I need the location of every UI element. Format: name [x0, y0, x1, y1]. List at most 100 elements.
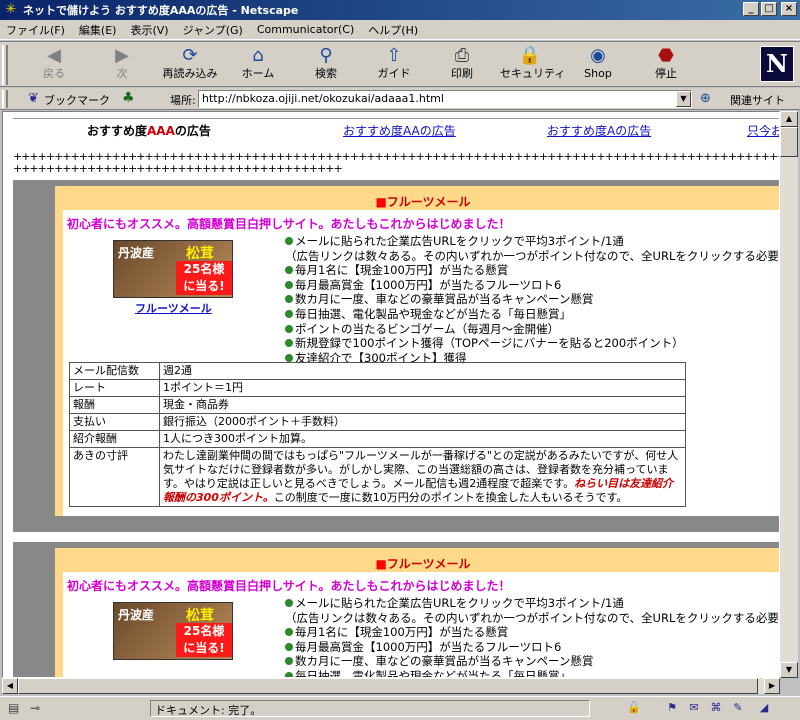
- related-sites-icon[interactable]: ⊕: [700, 91, 711, 106]
- reload-icon: ⟳: [182, 45, 198, 66]
- table-row: 報酬 現金・商品券: [69, 396, 686, 414]
- list-item: ポイントの当たるビンゴゲーム（毎週月〜金開催）: [285, 322, 779, 337]
- home-button[interactable]: ⌂ ホーム: [228, 45, 288, 85]
- location-grip[interactable]: [2, 90, 8, 108]
- scroll-right-button[interactable]: ▶: [764, 678, 780, 694]
- guide-button[interactable]: ⇧ ガイド: [364, 45, 424, 85]
- bullet-icon: [285, 353, 293, 362]
- ad-card: ■フルーツメール 初心者にもオススメ。高額懸賞目白押しサイト。あたしもこれからは…: [55, 548, 780, 677]
- stop-button[interactable]: ⬣ 停止: [636, 45, 696, 85]
- security-status-icon[interactable]: 🔓: [626, 701, 642, 715]
- review-comment: わたし達副業仲間の間ではもっぱら"フルーツメールが一番稼げる"との定説があるみた…: [159, 447, 686, 507]
- home-icon: ⌂: [252, 45, 264, 66]
- banner-link[interactable]: フルーツメール: [135, 300, 212, 316]
- menu-help[interactable]: ヘルプ(H): [368, 22, 418, 38]
- reload-button[interactable]: ⟳ 再読み込み: [160, 45, 220, 85]
- list-item: 毎月最高賞金【1000万円】が当たるフルーツロト6: [285, 278, 779, 293]
- guide-icon: ⇧: [386, 45, 402, 66]
- minimize-button[interactable]: _: [743, 2, 759, 16]
- list-item: 毎月1名に【現金100万円】が当たる懸賞: [285, 625, 779, 640]
- scroll-down-button[interactable]: ▼: [780, 662, 798, 678]
- bullet-icon: [285, 237, 293, 245]
- menu-view[interactable]: 表示(V): [130, 22, 168, 38]
- ad-card: ■フルーツメール 初心者にもオススメ。高額懸賞目白押しサイト。あたしもこれからは…: [55, 186, 780, 516]
- bullet-icon: [285, 339, 293, 348]
- component-newsgroups-icon[interactable]: ⌘: [708, 701, 724, 715]
- bullet-icon: [285, 280, 293, 289]
- separator-line: ++++++++++++++++++++++++++++++++++++++++…: [13, 164, 343, 174]
- list-item: 毎日抽選、電化製品や現金などが当たる「毎日懸賞」: [285, 669, 779, 677]
- back-button[interactable]: ◀ 戻る: [24, 45, 84, 85]
- page-content: おすすめ度AAAの広告 おすすめ度AAの広告 おすすめ度Aの広告 只今お試 ++…: [2, 111, 780, 678]
- horizontal-scrollbar[interactable]: ◀ ▶: [2, 678, 780, 694]
- nav-link-trial[interactable]: 只今お試: [747, 122, 779, 139]
- stop-icon: ⬣: [658, 45, 674, 66]
- shop-button[interactable]: ◉ Shop: [568, 45, 628, 85]
- menu-communicator[interactable]: Communicator(C): [257, 23, 354, 36]
- location-label: 場所:: [170, 94, 196, 107]
- table-row: あきの寸評 わたし達副業仲間の間ではもっぱら"フルーツメールが一番稼げる"との定…: [69, 447, 686, 507]
- bullet-icon: [285, 657, 293, 666]
- nav-link-aa[interactable]: おすすめ度AAの広告: [343, 122, 456, 139]
- ad-banner-image[interactable]: 丹波産 松茸 25名様 に当る!: [113, 240, 233, 298]
- list-item: 毎月最高賞金【1000万円】が当たるフルーツロト6: [285, 640, 779, 655]
- netscape-app-icon: ✳: [5, 2, 17, 17]
- list-item: 数カ月に一度、車などの豪華賞品が当るキャンペーン懸賞: [285, 292, 779, 307]
- card-title: ■フルーツメール: [63, 194, 779, 210]
- close-button[interactable]: ×: [781, 2, 797, 16]
- shop-icon: ◉: [590, 45, 606, 66]
- status-bar: ▤ ⊸ ドキュメント: 完了。 🔓 ⚑ ✉ ⌘ ✎ ◢: [0, 696, 800, 720]
- url-input[interactable]: http://nbkoza.ojiji.net/okozukai/adaaa1.…: [198, 90, 692, 108]
- netscape-logo-icon[interactable]: N: [760, 46, 794, 82]
- card-title: ■フルーツメール: [63, 556, 779, 572]
- print-icon: ⎙: [454, 45, 470, 66]
- list-item: 新規登録で100ポイント獲得（TOPページにバナーを貼ると200ポイント）: [285, 336, 779, 351]
- component-composer-icon[interactable]: ✎: [730, 701, 746, 715]
- search-icon: ⚲: [319, 45, 333, 66]
- bullet-icon: [285, 266, 293, 275]
- ad-banner-image[interactable]: 丹波産 松茸 25名様 に当る!: [113, 602, 233, 660]
- component-mail-icon[interactable]: ✉: [686, 701, 702, 715]
- search-button[interactable]: ⚲ 検索: [296, 45, 356, 85]
- feature-list: メールに貼られた企業広告URLをクリックで平均3ポイント/1通 （広告リンクは数…: [285, 234, 780, 365]
- list-item: 数カ月に一度、車などの豪華賞品が当るキャンペーン懸賞: [285, 654, 779, 669]
- menu-bar: ファイル(F) 編集(E) 表示(V) ジャンプ(G) Communicator…: [0, 20, 800, 40]
- connection-icon: ⊸: [30, 701, 41, 715]
- page-proxy-icon[interactable]: ♣: [122, 90, 135, 106]
- card-tagline: 初心者にもオススメ。高額懸賞目白押しサイト。あたしもこれからはじめました！: [67, 217, 511, 231]
- bookmarks-button[interactable]: ブックマーク: [44, 92, 110, 108]
- nav-link-a[interactable]: おすすめ度Aの広告: [547, 122, 651, 139]
- nav-current-rating: おすすめ度AAAの広告: [87, 124, 211, 138]
- component-navigator-icon[interactable]: ⚑: [664, 701, 680, 715]
- horizontal-scroll-thumb[interactable]: [18, 678, 758, 694]
- url-dropdown-button[interactable]: ▼: [676, 91, 691, 107]
- table-row: レート 1ポイント＝1円: [69, 379, 686, 397]
- rating-nav: おすすめ度AAAの広告 おすすめ度AAの広告 おすすめ度Aの広告 只今お試: [13, 118, 779, 139]
- security-button[interactable]: 🔒 セキュリティ: [500, 45, 565, 85]
- resize-grip-icon[interactable]: ◢: [756, 701, 772, 715]
- menu-file[interactable]: ファイル(F): [6, 22, 65, 38]
- table-row: 支払い 銀行振込（2000ポイント＋手数料）: [69, 413, 686, 431]
- related-sites-button[interactable]: 関連サイト: [730, 92, 785, 108]
- list-item: （広告リンクは数々ある。その内いずれか一つがポイント付なので、全URLをクリック…: [285, 610, 780, 625]
- info-table: メール配信数 週2通 レート 1ポイント＝1円 報酬 現金・商品券 支払い 銀行振込（2…: [69, 362, 686, 507]
- list-item: 毎月1名に【現金100万円】が当たる懸賞: [285, 263, 779, 278]
- forward-button[interactable]: ▶ 次: [92, 45, 152, 85]
- scroll-up-button[interactable]: ▲: [780, 111, 798, 127]
- scroll-left-button[interactable]: ◀: [2, 678, 18, 694]
- card-tagline: 初心者にもオススメ。高額懸賞目白押しサイト。あたしもこれからはじめました！: [67, 579, 511, 593]
- vertical-scrollbar[interactable]: ▲ ▼: [780, 111, 798, 678]
- bullet-icon: [285, 642, 293, 651]
- maximize-button[interactable]: □: [761, 2, 777, 16]
- bullet-icon: [285, 309, 293, 318]
- menu-go[interactable]: ジャンプ(G): [183, 22, 243, 38]
- toolbar-grip[interactable]: [2, 45, 8, 85]
- table-row: メール配信数 週2通: [69, 362, 686, 380]
- vertical-scroll-thumb[interactable]: [780, 127, 798, 157]
- list-item: （広告リンクは数々ある。その内いずれか一つがポイント付なので、全URLをクリック…: [285, 248, 780, 263]
- separator-line: ++++++++++++++++++++++++++++++++++++++++…: [13, 152, 779, 162]
- menu-edit[interactable]: 編集(E): [79, 22, 117, 38]
- print-button[interactable]: ⎙ 印刷: [432, 45, 492, 85]
- list-item: メールに貼られた企業広告URLをクリックで平均3ポイント/1通: [285, 234, 779, 249]
- bookmark-icon[interactable]: ❦: [28, 91, 39, 106]
